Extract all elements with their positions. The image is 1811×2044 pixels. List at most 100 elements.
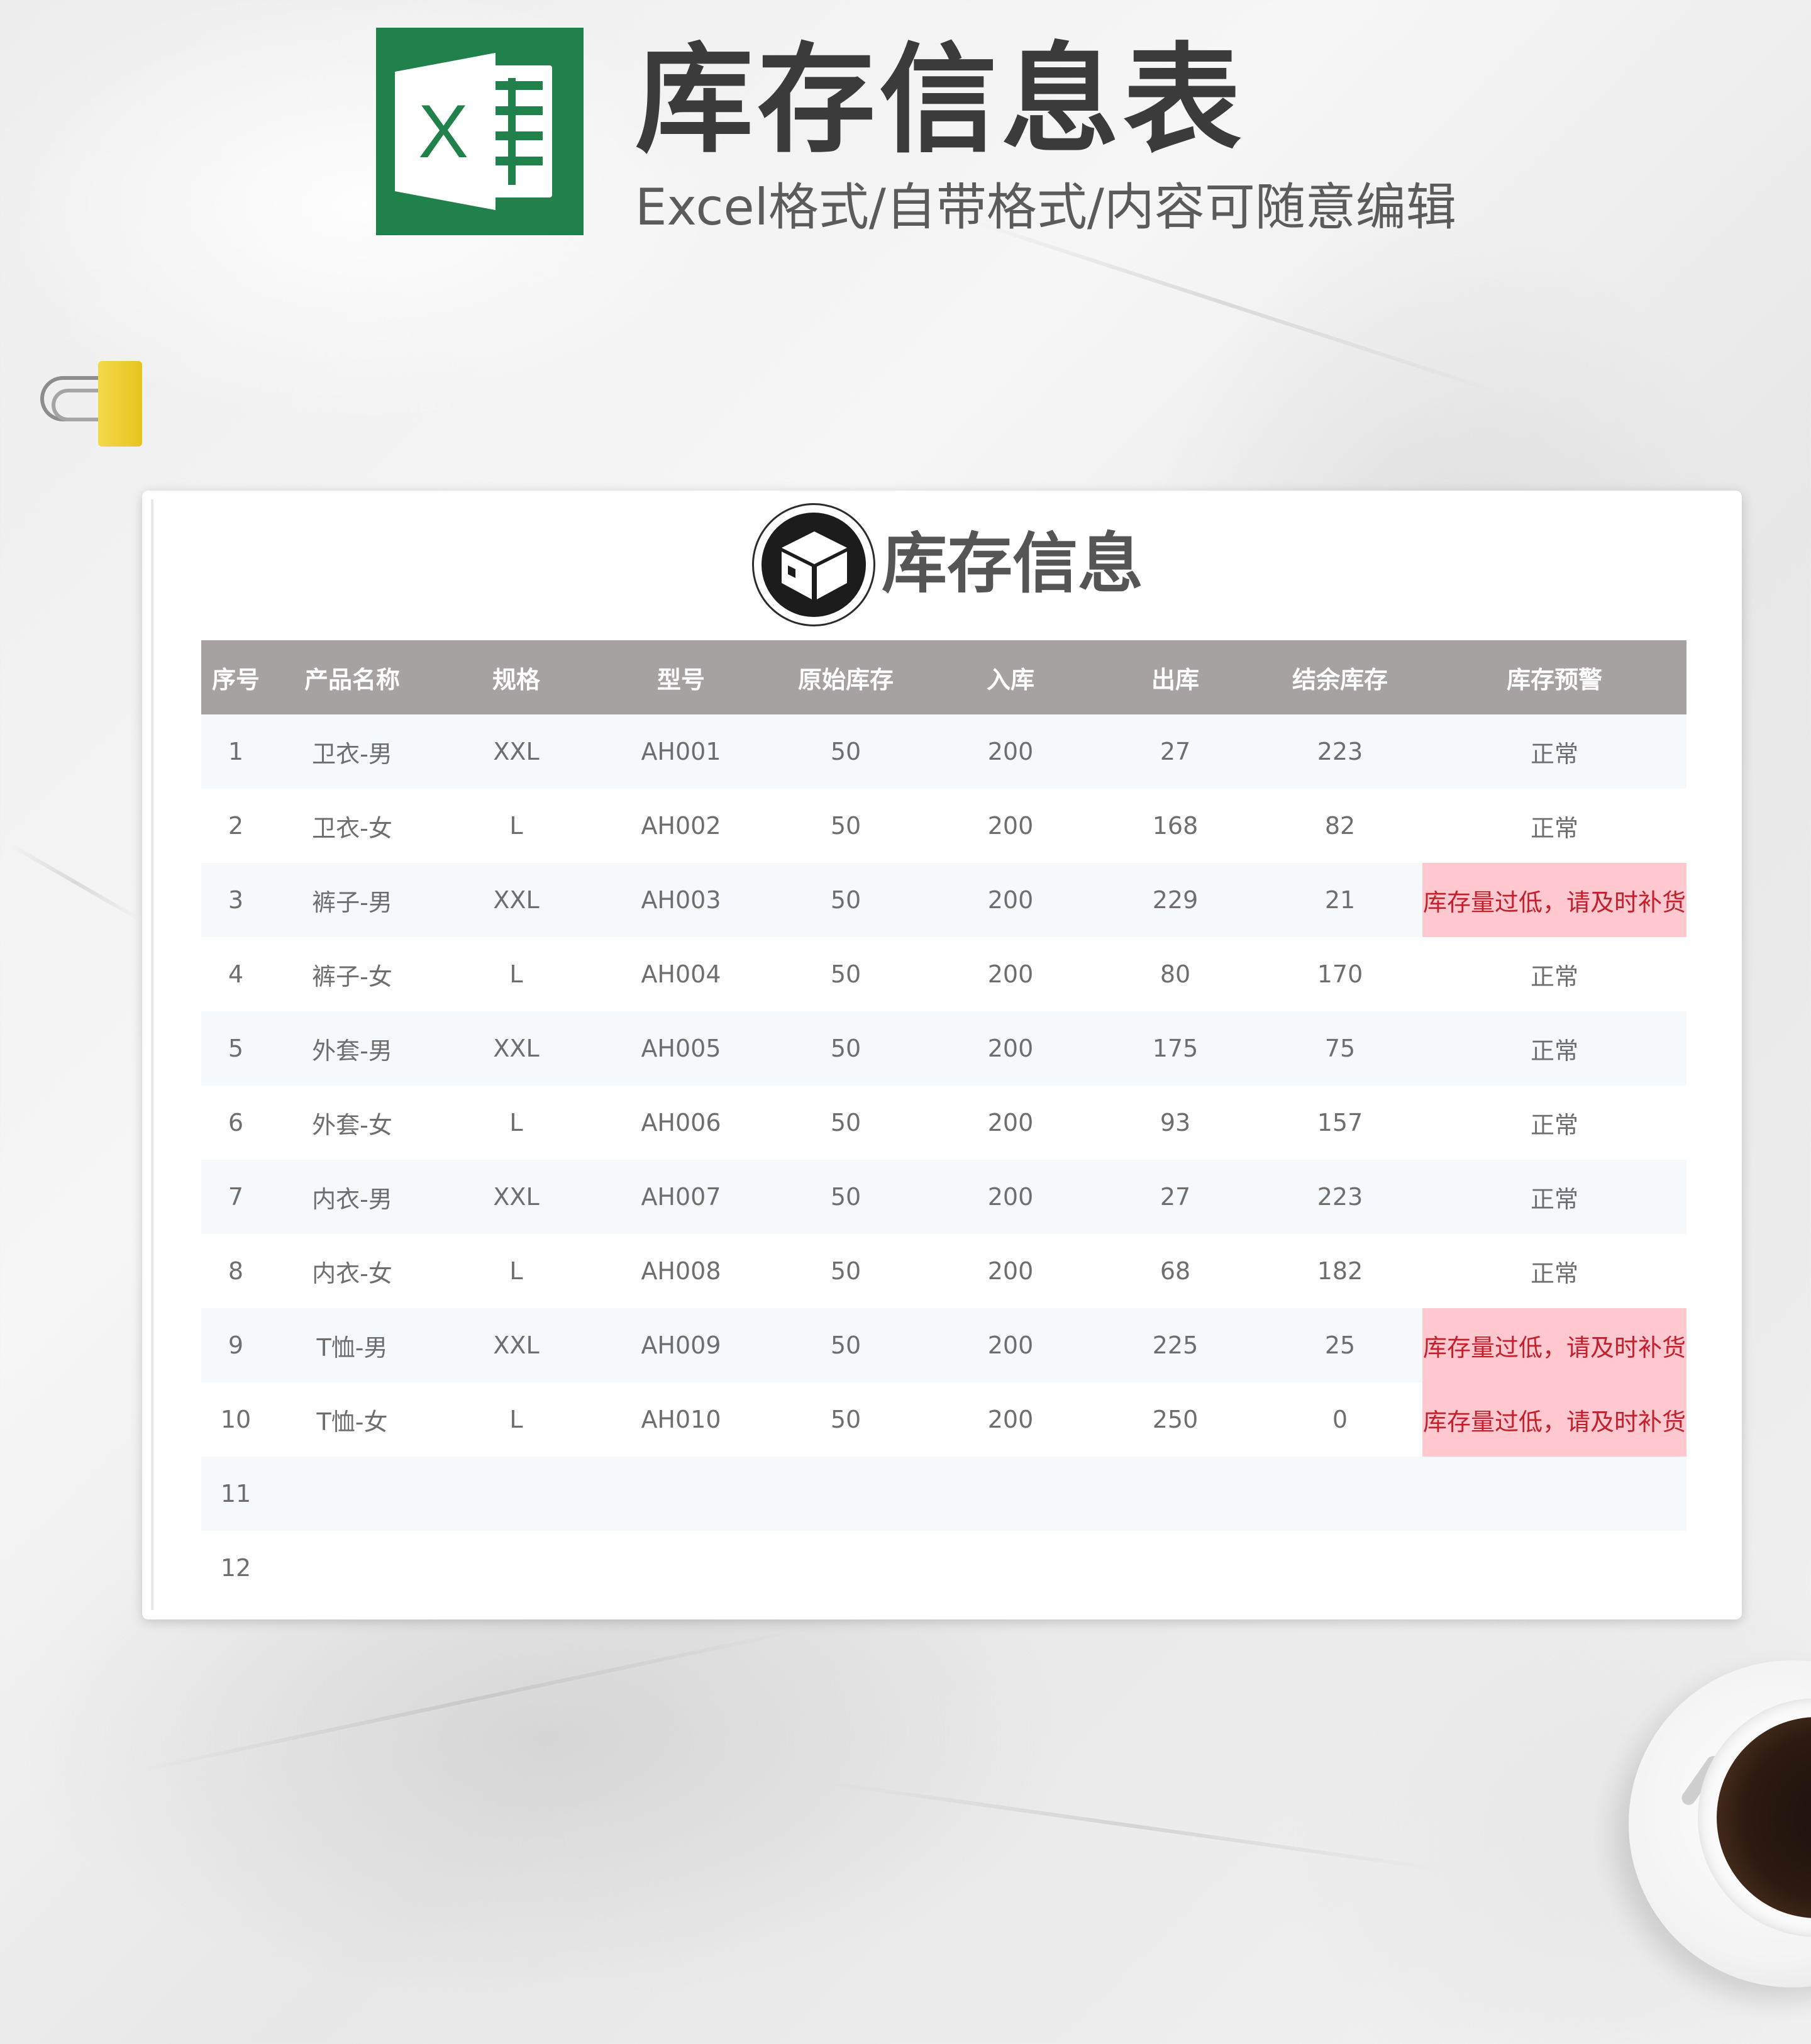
cell-model: [599, 1457, 763, 1531]
cell-balance: 223: [1258, 1160, 1422, 1234]
cell-stock-alert: 正常: [1422, 1234, 1686, 1308]
cell-stock-in: 200: [928, 937, 1093, 1011]
cell-stock-in: 200: [928, 1011, 1093, 1086]
inventory-table: 序号 产品名称 规格 型号 原始库存 入库 出库 结余库存 库存预警 1 卫衣-男 XXL AH001…: [201, 640, 1686, 1605]
column-header-initial-stock: 原始库存: [763, 640, 928, 714]
cell-initial-stock: 50: [763, 1086, 928, 1160]
cell-product-name: [270, 1531, 434, 1605]
cell-stock-out: 27: [1093, 714, 1258, 789]
cell-stock-alert: 库存量过低，请及时补货: [1422, 1382, 1686, 1457]
cell-stock-alert: 正常: [1422, 1086, 1686, 1160]
cell-balance: 75: [1258, 1011, 1422, 1086]
cell-stock-out: 93: [1093, 1086, 1258, 1160]
column-header-model: 型号: [599, 640, 763, 714]
cell-stock-in: [928, 1531, 1093, 1605]
cell-no: 12: [201, 1531, 270, 1605]
table-row: 11: [201, 1457, 1686, 1531]
cell-initial-stock: 50: [763, 789, 928, 863]
cell-stock-out: [1093, 1531, 1258, 1605]
inventory-card: 库存信息 序号 产品名称 规格 型号 原始库存 入库 出库 结余库存 库存预警 1 卫衣-男 XXL…: [142, 491, 1742, 1619]
cell-stock-in: 200: [928, 1160, 1093, 1234]
cell-stock-out: 27: [1093, 1160, 1258, 1234]
cell-initial-stock: 50: [763, 1011, 928, 1086]
table-row: 2 卫衣-女 L AH002 50 200 168 82 正常: [201, 789, 1686, 863]
cell-stock-out: 229: [1093, 863, 1258, 937]
cell-stock-in: 200: [928, 863, 1093, 937]
cell-spec: [434, 1457, 599, 1531]
cell-stock-alert: [1422, 1531, 1686, 1605]
cell-model: AH001: [599, 714, 763, 789]
cell-no: 5: [201, 1011, 270, 1086]
cell-spec: XXL: [434, 714, 599, 789]
cell-model: AH007: [599, 1160, 763, 1234]
table-row: 12: [201, 1531, 1686, 1605]
cell-no: 1: [201, 714, 270, 789]
cell-stock-in: 200: [928, 789, 1093, 863]
cell-stock-in: [928, 1457, 1093, 1531]
cell-stock-in: 200: [928, 1382, 1093, 1457]
cell-balance: 157: [1258, 1086, 1422, 1160]
table-header-row: 序号 产品名称 规格 型号 原始库存 入库 出库 结余库存 库存预警: [201, 640, 1686, 714]
cell-initial-stock: 50: [763, 1382, 928, 1457]
table-row: 4 裤子-女 L AH004 50 200 80 170 正常: [201, 937, 1686, 1011]
cell-no: 10: [201, 1382, 270, 1457]
cell-model: AH006: [599, 1086, 763, 1160]
cell-balance: 223: [1258, 714, 1422, 789]
column-header-balance: 结余库存: [1258, 640, 1422, 714]
table-row: 8 内衣-女 L AH008 50 200 68 182 正常: [201, 1234, 1686, 1308]
table-row: 9 T恤-男 XXL AH009 50 200 225 25 库存量过低，请及时补货: [201, 1308, 1686, 1382]
cell-initial-stock: 50: [763, 1160, 928, 1234]
cell-initial-stock: 50: [763, 714, 928, 789]
table-row: 5 外套-男 XXL AH005 50 200 175 75 正常: [201, 1011, 1686, 1086]
cell-product-name: [270, 1457, 434, 1531]
cell-product-name: 外套-男: [270, 1011, 434, 1086]
cell-balance: 182: [1258, 1234, 1422, 1308]
page-subtitle: Excel格式/自带格式/内容可随意编辑: [635, 178, 1456, 236]
cell-spec: L: [434, 1086, 599, 1160]
cell-spec: L: [434, 1234, 599, 1308]
excel-logo-icon: X: [376, 28, 584, 235]
cell-product-name: 裤子-女: [270, 937, 434, 1011]
cell-spec: L: [434, 789, 599, 863]
column-header-no: 序号: [201, 640, 270, 714]
cell-stock-alert: 正常: [1422, 937, 1686, 1011]
cell-spec: XXL: [434, 1160, 599, 1234]
cell-balance: 0: [1258, 1382, 1422, 1457]
column-header-spec: 规格: [434, 640, 599, 714]
cell-model: AH005: [599, 1011, 763, 1086]
cell-model: AH003: [599, 863, 763, 937]
cell-spec: XXL: [434, 1308, 599, 1382]
cell-product-name: 内衣-女: [270, 1234, 434, 1308]
cell-initial-stock: 50: [763, 937, 928, 1011]
cell-stock-alert: 库存量过低，请及时补货: [1422, 863, 1686, 937]
cell-stock-out: 175: [1093, 1011, 1258, 1086]
cell-product-name: 卫衣-男: [270, 714, 434, 789]
cell-spec: [434, 1531, 599, 1605]
marble-vein: [956, 214, 1496, 393]
cell-initial-stock: 50: [763, 1308, 928, 1382]
table-row: 3 裤子-男 XXL AH003 50 200 229 21 库存量过低，请及时补货: [201, 863, 1686, 937]
cell-model: AH010: [599, 1382, 763, 1457]
cell-product-name: 裤子-男: [270, 863, 434, 937]
cell-no: 7: [201, 1160, 270, 1234]
cell-no: 8: [201, 1234, 270, 1308]
cell-spec: L: [434, 1382, 599, 1457]
cell-stock-out: 168: [1093, 789, 1258, 863]
cell-no: 3: [201, 863, 270, 937]
cell-stock-out: [1093, 1457, 1258, 1531]
cell-model: AH002: [599, 789, 763, 863]
cell-stock-alert: 正常: [1422, 1011, 1686, 1086]
column-header-stock-out: 出库: [1093, 640, 1258, 714]
table-row: 6 外套-女 L AH006 50 200 93 157 正常: [201, 1086, 1686, 1160]
table-row: 1 卫衣-男 XXL AH001 50 200 27 223 正常: [201, 714, 1686, 789]
cell-initial-stock: [763, 1457, 928, 1531]
cell-stock-alert: 正常: [1422, 1160, 1686, 1234]
cell-balance: [1258, 1531, 1422, 1605]
excel-logo-letter: X: [418, 89, 469, 174]
binder-clip-icon: [35, 357, 148, 452]
cell-spec: L: [434, 937, 599, 1011]
table-row: 10 T恤-女 L AH010 50 200 250 0 库存量过低，请及时补货: [201, 1382, 1686, 1457]
cell-balance: [1258, 1457, 1422, 1531]
cell-stock-in: 200: [928, 1086, 1093, 1160]
package-box-icon: [752, 503, 875, 626]
